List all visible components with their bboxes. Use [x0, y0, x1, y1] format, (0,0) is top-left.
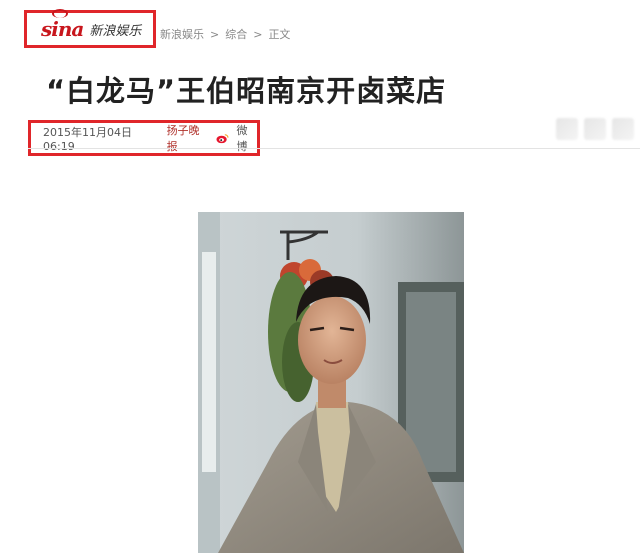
sina-eye-icon: [52, 9, 68, 18]
weibo-icon[interactable]: [215, 133, 229, 144]
article-meta: 2015年11月04日 06:19 扬子晚报 微博: [28, 120, 260, 156]
breadcrumb-current: 正文: [268, 28, 291, 41]
share-icon[interactable]: [584, 118, 606, 140]
sina-ent-logo[interactable]: sina 新浪娱乐: [24, 9, 156, 48]
sina-wordmark: sina: [41, 9, 84, 41]
share-icon[interactable]: [612, 118, 634, 140]
divider: [28, 148, 640, 149]
breadcrumb: 新浪娱乐 > 综合 > 正文: [160, 26, 290, 42]
article-photo: [198, 212, 464, 553]
share-icon[interactable]: [556, 118, 578, 140]
article-title: “白龙马”王伯昭南京开卤菜店: [46, 74, 447, 108]
breadcrumb-general[interactable]: 综合: [225, 26, 247, 42]
share-icons[interactable]: [556, 118, 636, 142]
breadcrumb-separator: >: [210, 27, 220, 41]
source-link[interactable]: 扬子晚报: [167, 122, 208, 154]
weibo-label[interactable]: 微博: [237, 122, 257, 154]
breadcrumb-separator: >: [253, 27, 263, 41]
breadcrumb-ent[interactable]: 新浪娱乐: [160, 26, 204, 42]
channel-name: 新浪娱乐: [89, 23, 142, 39]
